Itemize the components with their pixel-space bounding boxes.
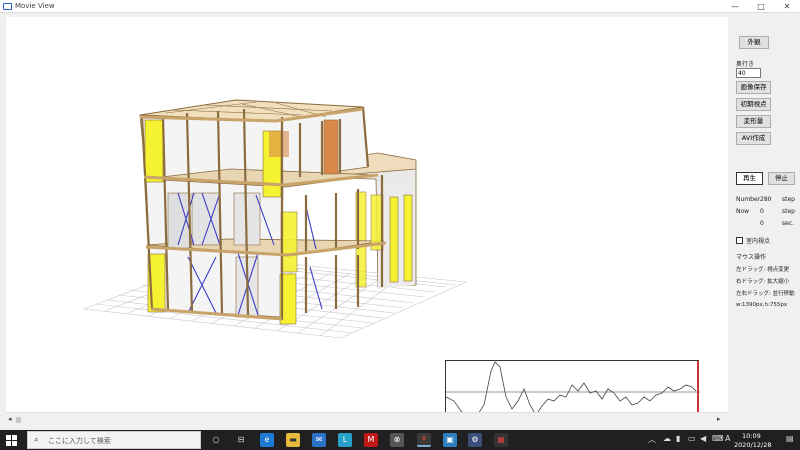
keyboard-icon[interactable]: ⌨ [712, 434, 724, 443]
app-red-icon[interactable]: ↟ [417, 433, 431, 447]
sec-unit: sec. [782, 220, 795, 227]
mouse-help-title: マウス操作 [736, 254, 767, 261]
media-icon[interactable]: ▦ [494, 433, 508, 447]
movie-view-window: Movie View — □ ✕ 外観 奥行き 40 画像保存 初期視点 変形量… [0, 0, 800, 430]
network-icon[interactable]: ▭ [688, 434, 696, 443]
file-explorer-icon[interactable]: ▬ [286, 433, 300, 447]
battery-icon[interactable]: ▮ [676, 434, 680, 443]
close-button[interactable]: ✕ [774, 0, 800, 13]
clock-time[interactable]: 10:09 [742, 432, 761, 440]
exterior-button[interactable]: 外観 [739, 36, 769, 49]
scroll-thumb[interactable] [16, 417, 21, 423]
building-frame-model[interactable] [6, 17, 728, 412]
canvas-size-text: w:1390px,h:755px [736, 302, 788, 308]
mouse-help-both: 左右ドラッグ: 並行移動 [736, 291, 795, 297]
title-bar: Movie View — □ ✕ [0, 0, 800, 13]
3d-viewport[interactable] [6, 17, 728, 422]
depth-label: 奥行き [736, 61, 755, 68]
clock-date[interactable]: 2020/12/28 [734, 441, 771, 449]
tray-up-arrow-icon[interactable]: ︿ [648, 434, 656, 445]
store-l-icon[interactable]: L [338, 433, 352, 447]
windows-taskbar: ⌕ ここに入力して検索 ○ ⊟ e ▬ ✉ L M ⊗ ↟ ▣ ⚙ ▦ ︿ ☁ … [0, 430, 800, 450]
cortana-icon[interactable]: ○ [209, 433, 223, 447]
depth-input[interactable] [736, 68, 761, 78]
cloud-icon[interactable]: ☁ [663, 434, 671, 443]
number-unit: step [782, 196, 795, 203]
window-title: Movie View [15, 2, 55, 10]
edge-icon[interactable]: e [260, 433, 274, 447]
control-panel: 外観 奥行き 画像保存 初期視点 変形量 AVI作成 再生 停止 Number … [730, 17, 800, 412]
scroll-right-arrow-icon[interactable]: ▸ [717, 415, 721, 423]
mail-icon[interactable]: ✉ [312, 433, 326, 447]
mcafee-icon[interactable]: M [364, 433, 378, 447]
deformation-button[interactable]: 変形量 [736, 115, 771, 128]
maximize-button[interactable]: □ [748, 0, 774, 13]
mouse-help-left: 左ドラッグ: 視点変更 [736, 267, 790, 273]
create-avi-button[interactable]: AVI作成 [736, 132, 771, 145]
windows-start-icon[interactable] [6, 435, 17, 446]
task-view-icon[interactable]: ⊟ [234, 433, 248, 447]
taskbar-search-box[interactable]: ⌕ ここに入力して検索 [27, 431, 201, 449]
indoor-view-checkbox[interactable] [736, 237, 743, 244]
volume-icon[interactable]: ◀ [700, 434, 706, 443]
search-icon: ⌕ [34, 435, 39, 444]
horizontal-scrollbar[interactable]: ◂ ▸ [6, 412, 728, 426]
stop-button[interactable]: 停止 [768, 172, 795, 185]
notification-icon[interactable]: ▤ [786, 434, 794, 443]
now-label: Now [736, 208, 750, 215]
ime-indicator[interactable]: A [725, 434, 730, 443]
now-unit: step [782, 208, 795, 215]
number-value: 280 [760, 196, 772, 203]
photos-icon[interactable]: ▣ [443, 433, 457, 447]
indoor-view-label: 室内視点 [746, 238, 771, 245]
search-placeholder: ここに入力して検索 [48, 437, 111, 445]
settings-gear-icon[interactable]: ⚙ [468, 433, 482, 447]
initial-view-button[interactable]: 初期視点 [736, 98, 771, 111]
save-image-button[interactable]: 画像保存 [736, 81, 771, 94]
scroll-left-arrow-icon[interactable]: ◂ [8, 415, 12, 423]
app-icon [3, 3, 12, 10]
mouse-help-right: 右ドラッグ: 拡大縮小 [736, 279, 790, 285]
xbox-icon[interactable]: ⊗ [390, 433, 404, 447]
minimize-button[interactable]: — [722, 0, 748, 13]
play-button[interactable]: 再生 [736, 172, 763, 185]
now-value: 0 [760, 208, 764, 215]
main-block [139, 99, 387, 325]
number-label: Number [736, 196, 761, 203]
sec-value: 0 [760, 220, 764, 227]
